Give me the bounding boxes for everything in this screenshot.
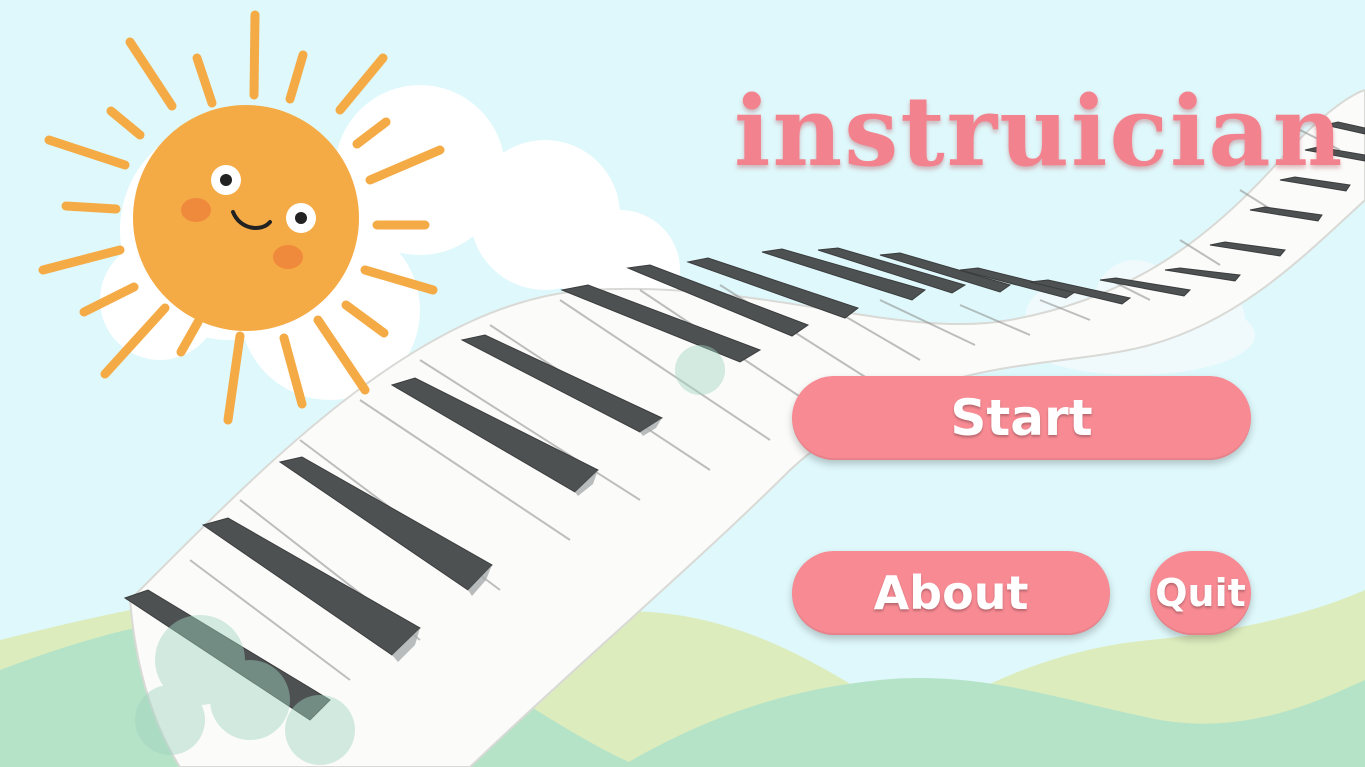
quit-button-label: Quit (1155, 571, 1246, 615)
start-button[interactable]: Start (792, 376, 1251, 460)
quit-button[interactable]: Quit (1150, 551, 1251, 635)
about-button[interactable]: About (792, 551, 1110, 635)
about-button-label: About (873, 566, 1029, 620)
game-title: instruician (734, 75, 1345, 188)
start-button-label: Start (950, 389, 1093, 447)
